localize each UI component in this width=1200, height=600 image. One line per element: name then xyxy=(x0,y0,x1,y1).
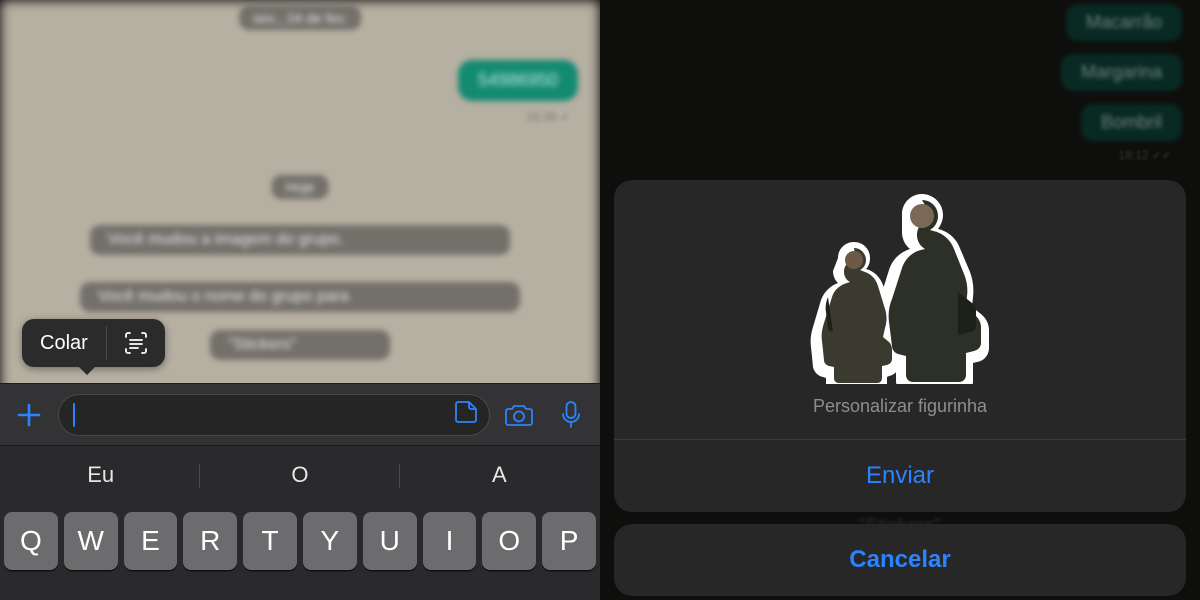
camera-icon xyxy=(504,402,534,428)
suggestion[interactable]: A xyxy=(403,454,596,502)
paste-popover: Colar xyxy=(22,319,165,367)
outgoing-message: Margarina xyxy=(1061,54,1182,91)
system-message: "Stickers" xyxy=(210,330,390,360)
mic-icon xyxy=(560,400,582,430)
key-t[interactable]: T xyxy=(243,512,297,570)
outgoing-message: Bombril xyxy=(1081,104,1182,141)
attach-button[interactable] xyxy=(6,392,52,438)
message-meta: 15:30 ✓ xyxy=(527,110,570,124)
system-message: Você mudou o nome do grupo para xyxy=(80,282,520,312)
customize-sticker-button[interactable]: Personalizar figurinha xyxy=(614,392,1186,439)
key-e[interactable]: E xyxy=(124,512,178,570)
cancel-button[interactable]: Cancelar xyxy=(614,524,1186,596)
date-pill: sex., 24 de fev. xyxy=(239,6,361,30)
camera-button[interactable] xyxy=(496,392,542,438)
suggestion-row: Eu O A xyxy=(4,454,596,502)
compose-bar xyxy=(0,383,600,445)
keyboard: Eu O A Q W E R T Y U I O P xyxy=(0,445,600,600)
date-pill-today: Hoje xyxy=(272,175,329,199)
key-r[interactable]: R xyxy=(183,512,237,570)
mic-button[interactable] xyxy=(548,392,594,438)
message-meta: 18:12 ✓✓ xyxy=(1119,148,1172,162)
sticker-button[interactable] xyxy=(453,399,479,430)
key-y[interactable]: Y xyxy=(303,512,357,570)
key-u[interactable]: U xyxy=(363,512,417,570)
action-sheet-main: Personalizar figurinha Enviar xyxy=(614,180,1186,512)
sticker-image xyxy=(790,194,1010,384)
left-screenshot: sex., 24 de fev. 54986950 15:30 ✓ Hoje V… xyxy=(0,0,600,600)
sticker-preview xyxy=(614,180,1186,392)
action-sheet: Personalizar figurinha Enviar Cancelar xyxy=(614,180,1186,600)
suggestion[interactable]: O xyxy=(203,454,396,502)
scan-text-button[interactable] xyxy=(107,319,165,367)
action-sheet-cancel: Cancelar xyxy=(614,524,1186,596)
suggestion[interactable]: Eu xyxy=(4,454,197,502)
key-row-1: Q W E R T Y U I O P xyxy=(4,512,596,570)
system-message: Você mudou a imagem do grupo. xyxy=(90,225,510,255)
text-caret xyxy=(73,403,75,427)
scan-text-icon xyxy=(123,330,149,356)
outgoing-message: 54986950 xyxy=(458,60,578,101)
key-w[interactable]: W xyxy=(64,512,118,570)
sticker-icon xyxy=(453,399,479,425)
key-p[interactable]: P xyxy=(542,512,596,570)
key-i[interactable]: I xyxy=(423,512,477,570)
message-input[interactable] xyxy=(58,394,490,436)
paste-button[interactable]: Colar xyxy=(22,321,106,366)
key-q[interactable]: Q xyxy=(4,512,58,570)
key-o[interactable]: O xyxy=(482,512,536,570)
send-button[interactable]: Enviar xyxy=(614,440,1186,512)
right-screenshot: Macarrão Margarina Bombril 18:12 ✓✓ "Sti… xyxy=(600,0,1200,600)
plus-icon xyxy=(14,400,44,430)
outgoing-message: Macarrão xyxy=(1066,4,1182,41)
